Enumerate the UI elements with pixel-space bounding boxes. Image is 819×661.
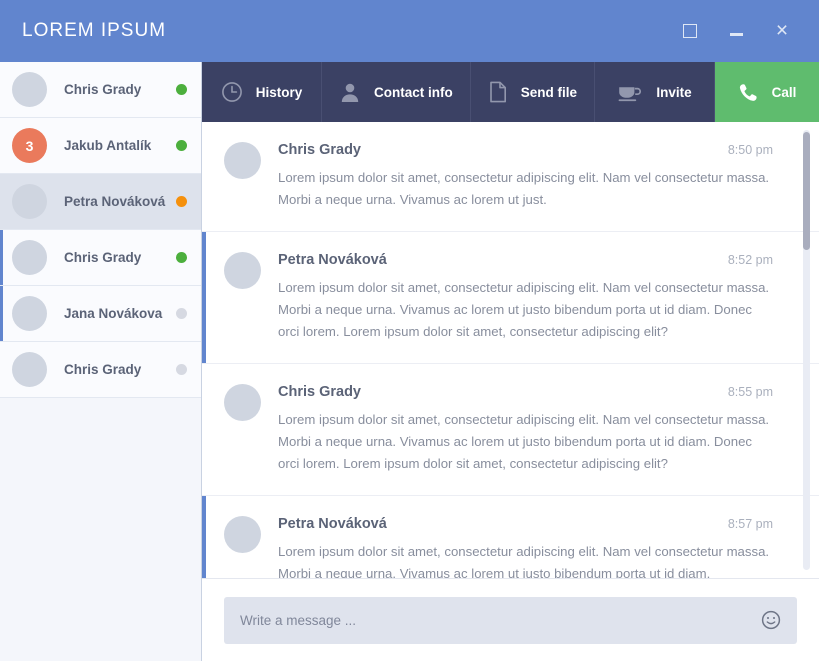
toolbar-button-call[interactable]: Call [715, 62, 819, 122]
message-author: Petra Nováková [278, 516, 387, 532]
minimize-button[interactable] [723, 18, 749, 44]
contacts-sidebar: Chris Grady 3 Jakub Antalík Petra Nováková C… [0, 62, 202, 661]
status-dot-offline [176, 364, 187, 375]
status-dot-online [176, 140, 187, 151]
contact-name: Petra Nováková [64, 194, 166, 209]
message-item: Chris Grady 8:55 pm Lorem ipsum dolor sit … [202, 364, 819, 496]
message-body: Chris Grady 8:55 pm Lorem ipsum dolor sit … [278, 384, 773, 475]
contact-avatar [12, 184, 47, 219]
contact-name: Chris Grady [64, 250, 142, 265]
message-header: Chris Grady 8:55 pm [278, 384, 773, 400]
message-text: Lorem ipsum dolor sit amet, consectetur … [278, 544, 770, 578]
contact-avatar [12, 72, 47, 107]
toolbar-button-history[interactable]: History [202, 62, 322, 122]
message-author: Chris Grady [278, 384, 361, 400]
app-title: LOREM IPSUM [22, 20, 167, 41]
person-icon [339, 81, 361, 103]
phone-icon [738, 82, 759, 103]
message-header: Chris Grady 8:50 pm [278, 142, 773, 158]
maximize-icon [683, 24, 697, 38]
window-body: Chris Grady 3 Jakub Antalík Petra Nováková C… [0, 62, 819, 661]
message-author: Petra Nováková [278, 252, 387, 268]
contact-list-item[interactable]: Jana Novákova [0, 286, 201, 342]
message-avatar [224, 252, 261, 289]
smiley-icon[interactable] [761, 610, 781, 630]
message-input[interactable]: Write a message ... [224, 596, 797, 644]
sidebar-empty-area [0, 398, 201, 661]
document-icon [488, 81, 508, 103]
contact-avatar [12, 296, 47, 331]
title-bar: LOREM IPSUM × [0, 0, 819, 62]
message-timestamp: 8:50 pm [727, 143, 773, 157]
message-item: Petra Nováková 8:57 pm Lorem ipsum dolor s… [202, 496, 819, 578]
message-text: Lorem ipsum dolor sit amet, consectetur … [278, 170, 770, 207]
maximize-button[interactable] [677, 18, 703, 44]
contact-list: Chris Grady 3 Jakub Antalík Petra Nováková C… [0, 62, 201, 398]
status-dot-away [176, 196, 187, 207]
contact-name: Jana Novákova [64, 306, 163, 321]
message-body: Petra Nováková 8:52 pm Lorem ipsum dolor s… [278, 252, 773, 343]
message-timestamp: 8:52 pm [727, 253, 773, 267]
message-input-placeholder: Write a message ... [240, 612, 357, 628]
message-item: Chris Grady 8:50 pm Lorem ipsum dolor sit … [202, 122, 819, 232]
message-text: Lorem ipsum dolor sit amet, consectetur … [278, 280, 770, 339]
message-composer: Write a message ... [202, 578, 819, 661]
close-icon: × [775, 19, 789, 42]
message-author: Chris Grady [278, 142, 361, 158]
contact-list-item[interactable]: Chris Grady [0, 230, 201, 286]
contact-list-item[interactable]: Petra Nováková [0, 174, 201, 230]
toolbar-button-label: Send file [520, 84, 578, 100]
contact-name: Chris Grady [64, 82, 142, 97]
toolbar-button-label: History [255, 84, 303, 100]
message-text: Lorem ipsum dolor sit amet, consectetur … [278, 412, 770, 471]
status-dot-online [176, 84, 187, 95]
message-scrollbar-thumb[interactable] [803, 132, 810, 250]
message-list: Chris Grady 8:50 pm Lorem ipsum dolor sit … [202, 122, 819, 578]
chat-application-window: LOREM IPSUM × Chris Grady 3 Jakub Antalík P… [0, 0, 819, 661]
message-scrollbar[interactable] [803, 130, 810, 570]
unread-badge: 3 [12, 128, 47, 163]
minimize-icon [729, 33, 743, 36]
message-avatar [224, 384, 261, 421]
toolbar-button-invite[interactable]: Invite [595, 62, 716, 122]
message-avatar [224, 142, 261, 179]
message-header: Petra Nováková 8:57 pm [278, 516, 773, 532]
coffee-cup-icon [617, 82, 643, 102]
message-body: Chris Grady 8:50 pm Lorem ipsum dolor sit … [278, 142, 773, 211]
status-dot-online [176, 252, 187, 263]
main-panel: History Contact info Send file Invite Call C… [202, 62, 819, 661]
contact-list-item[interactable]: 3 Jakub Antalík [0, 118, 201, 174]
message-avatar [224, 516, 261, 553]
toolbar-button-contact-info[interactable]: Contact info [322, 62, 471, 122]
message-timestamp: 8:55 pm [727, 385, 773, 399]
message-body: Petra Nováková 8:57 pm Lorem ipsum dolor s… [278, 516, 773, 578]
toolbar-button-label: Invite [656, 84, 692, 100]
toolbar-button-label: Call [771, 84, 797, 100]
message-timestamp: 8:57 pm [727, 517, 773, 531]
clock-icon [221, 81, 243, 103]
status-dot-offline [176, 308, 187, 319]
window-controls: × [677, 18, 801, 44]
close-button[interactable]: × [769, 18, 795, 44]
contact-avatar [12, 352, 47, 387]
toolbar-button-send-file[interactable]: Send file [471, 62, 596, 122]
action-toolbar: History Contact info Send file Invite Call [202, 62, 819, 122]
contact-avatar [12, 240, 47, 275]
toolbar-button-label: Contact info [374, 84, 453, 100]
contact-name: Jakub Antalík [64, 138, 152, 153]
contact-list-item[interactable]: Chris Grady [0, 342, 201, 398]
contact-name: Chris Grady [64, 362, 142, 377]
message-area: Chris Grady 8:50 pm Lorem ipsum dolor sit … [202, 122, 819, 578]
contact-list-item[interactable]: Chris Grady [0, 62, 201, 118]
message-header: Petra Nováková 8:52 pm [278, 252, 773, 268]
message-item: Petra Nováková 8:52 pm Lorem ipsum dolor s… [202, 232, 819, 364]
